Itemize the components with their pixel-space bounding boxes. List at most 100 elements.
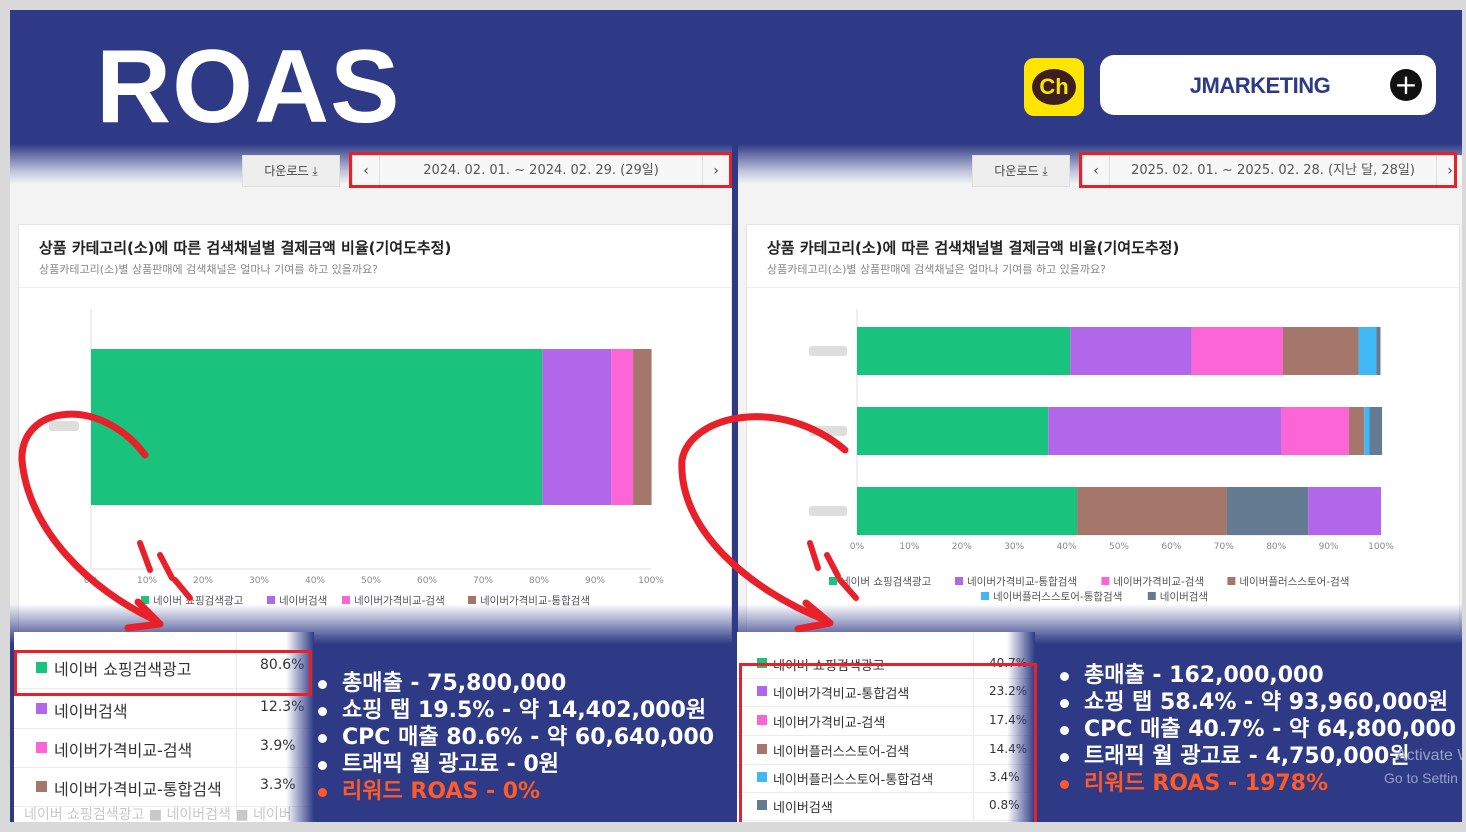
channel-label: 네이버검색 [54, 702, 128, 721]
right-analytics-screenshot: 다운로드 ⤓ ‹ 2025. 02. 01. ~ 2025. 02. 28. (… [738, 144, 1462, 644]
legend-swatch [981, 592, 989, 600]
bar-segment [1048, 407, 1282, 455]
bar-segment [1077, 487, 1227, 535]
table-footer: 네이버 쇼핑검색광고 ■ 네이버검색 ■ 네이버 [24, 807, 292, 822]
x-tick-label: 40% [1057, 542, 1077, 552]
bar-segment [857, 487, 1078, 535]
chart-subtitle: 상품카테고리(소)별 상품판매에 검색채널은 얼마나 기여를 하고 있을까요? [39, 263, 378, 276]
summary-item: 총매출 - 75,800,000 [316, 670, 714, 697]
activation-watermark-sub: Go to Settin [1384, 770, 1458, 786]
legend-swatch [36, 781, 47, 792]
x-tick-label: 20% [952, 542, 972, 552]
legend-label: 네이버 쇼핑검색광고 [841, 576, 932, 588]
bar-segment [633, 349, 652, 505]
x-tick-label: 40% [305, 576, 325, 586]
legend-label: 네이버가격비교-통합검색 [967, 575, 1077, 588]
legend-label: 네이버검색 [1160, 591, 1208, 603]
summary-item: 쇼핑 탭 58.4% - 약 93,960,000원 [1058, 689, 1456, 716]
x-tick-label: 60% [1161, 542, 1181, 552]
legend-swatch [468, 596, 476, 604]
table-row[interactable]: 네이버가격비교-통합검색 3.3% [14, 768, 314, 807]
x-tick-label: 90% [1319, 542, 1339, 552]
legend-label: 네이버플러스스토어-검색 [1239, 576, 1349, 588]
x-tick-label: 70% [1214, 542, 1234, 552]
summary-item: CPC 매출 40.7% - 약 64,800,000 [1058, 716, 1456, 743]
bar-segment [857, 407, 1049, 455]
brand-channel-box[interactable]: JMARKETING + [1100, 55, 1436, 115]
x-tick-label: 100% [1368, 542, 1394, 552]
legend-label: 네이버플러스스토어-통합검색 [993, 591, 1122, 603]
plus-circle-icon[interactable]: + [1390, 69, 1422, 101]
table-row[interactable]: 네이버가격비교-검색 3.9% [14, 729, 314, 768]
bar-segment [1364, 407, 1370, 455]
bar-segment [1226, 487, 1309, 535]
category-label-blurred [809, 346, 847, 356]
x-tick-label: 50% [1109, 542, 1129, 552]
left-analytics-screenshot: 다운로드 ⤓ ‹ 2024. 02. 01. ~ 2024. 02. 29. (… [10, 144, 732, 644]
x-tick-label: 60% [417, 576, 437, 586]
page-title: ROAS [96, 29, 401, 145]
summary-item: 총매출 - 162,000,000 [1058, 662, 1456, 689]
legend-label: 네이버가격비교-검색 [1113, 575, 1204, 588]
bar-segment [1369, 407, 1383, 455]
x-tick-label: 10% [899, 542, 919, 552]
x-tick-label: 50% [361, 576, 381, 586]
download-button[interactable]: 다운로드 ⤓ [242, 155, 340, 187]
legend-swatch [1227, 577, 1236, 585]
legend-swatch [267, 596, 275, 604]
slide-frame: ROAS Ch JMARKETING + 다운로드 ⤓ ‹ 2024. 02. … [10, 10, 1462, 822]
kakao-channel-icon[interactable]: Ch [1024, 58, 1084, 116]
summary-item: 쇼핑 탭 19.5% - 약 14,402,000원 [316, 697, 714, 724]
legend-swatch [36, 742, 47, 753]
bar-segment [1376, 327, 1381, 375]
x-tick-label: 80% [1266, 542, 1286, 552]
bar-segment [1070, 327, 1192, 375]
chart-panel: 상품 카테고리(소)에 따른 검색채널별 결제금액 비율(기여도추정) 상품카테… [746, 224, 1460, 636]
bar-segment [611, 349, 634, 505]
channel-label: 네이버가격비교-검색 [54, 741, 193, 760]
stacked-bar-chart: 0% 10% 20% 30% 40% 50% 60% 70% 80% 90% 100%네이버 쇼핑검… [49, 309, 664, 607]
bar-segment [857, 327, 1071, 375]
x-tick-label: 100% [638, 576, 664, 586]
chart-panel: 상품 카테고리(소)에 따른 검색채널별 결제금액 비율(기여도추정) 상품카테… [18, 224, 732, 636]
bar-segment [1358, 327, 1377, 375]
legend-swatch [1147, 592, 1156, 600]
row-highlight-box [14, 650, 312, 696]
x-tick-label: 70% [473, 576, 493, 586]
legend-swatch [1101, 577, 1110, 585]
x-tick-label: 0% [84, 576, 99, 586]
category-label-blurred [809, 426, 847, 436]
channel-badge-label: Ch [1032, 69, 1076, 105]
chart-subtitle: 상품카테고리(소)별 상품판매에 검색채널은 얼마나 기여를 하고 있을까요? [767, 263, 1106, 276]
legend-swatch [955, 577, 963, 585]
bar-segment [1349, 407, 1365, 455]
bar-segment [1281, 407, 1350, 455]
x-tick-label: 80% [529, 576, 549, 586]
chart-title: 상품 카테고리(소)에 따른 검색채널별 결제금액 비율(기여도추정) [39, 239, 452, 257]
x-tick-label: 30% [1004, 542, 1024, 552]
chart-title: 상품 카테고리(소)에 따른 검색채널별 결제금액 비율(기여도추정) [767, 239, 1180, 257]
bar-segment [542, 349, 612, 505]
reward-roas-item: 리워드 ROAS - 0% [316, 778, 714, 805]
brand-name: JMARKETING [1189, 73, 1331, 98]
date-highlight-box [349, 152, 732, 188]
bar-segment [91, 349, 543, 505]
bar-segment [1308, 487, 1381, 535]
download-button[interactable]: 다운로드 ⤓ [972, 155, 1070, 187]
x-tick-label: 20% [193, 576, 213, 586]
panel-divider [19, 287, 731, 288]
legend-swatch [141, 596, 149, 604]
bar-segment [1283, 327, 1359, 375]
category-label-blurred [49, 421, 79, 431]
x-tick-label: 10% [137, 576, 157, 586]
left-summary-list: 총매출 - 75,800,000 쇼핑 탭 19.5% - 약 14,402,0… [316, 670, 714, 805]
bar-segment [1191, 327, 1284, 375]
date-highlight-box [1079, 152, 1457, 188]
category-label-blurred [809, 506, 847, 516]
x-tick-label: 0% [850, 542, 865, 552]
panel-divider [747, 287, 1459, 288]
x-tick-label: 90% [585, 576, 605, 586]
summary-item: CPC 매출 80.6% - 약 60,640,000 [316, 724, 714, 751]
summary-item: 트래픽 월 광고료 - 0원 [316, 751, 714, 778]
x-tick-label: 30% [249, 576, 269, 586]
